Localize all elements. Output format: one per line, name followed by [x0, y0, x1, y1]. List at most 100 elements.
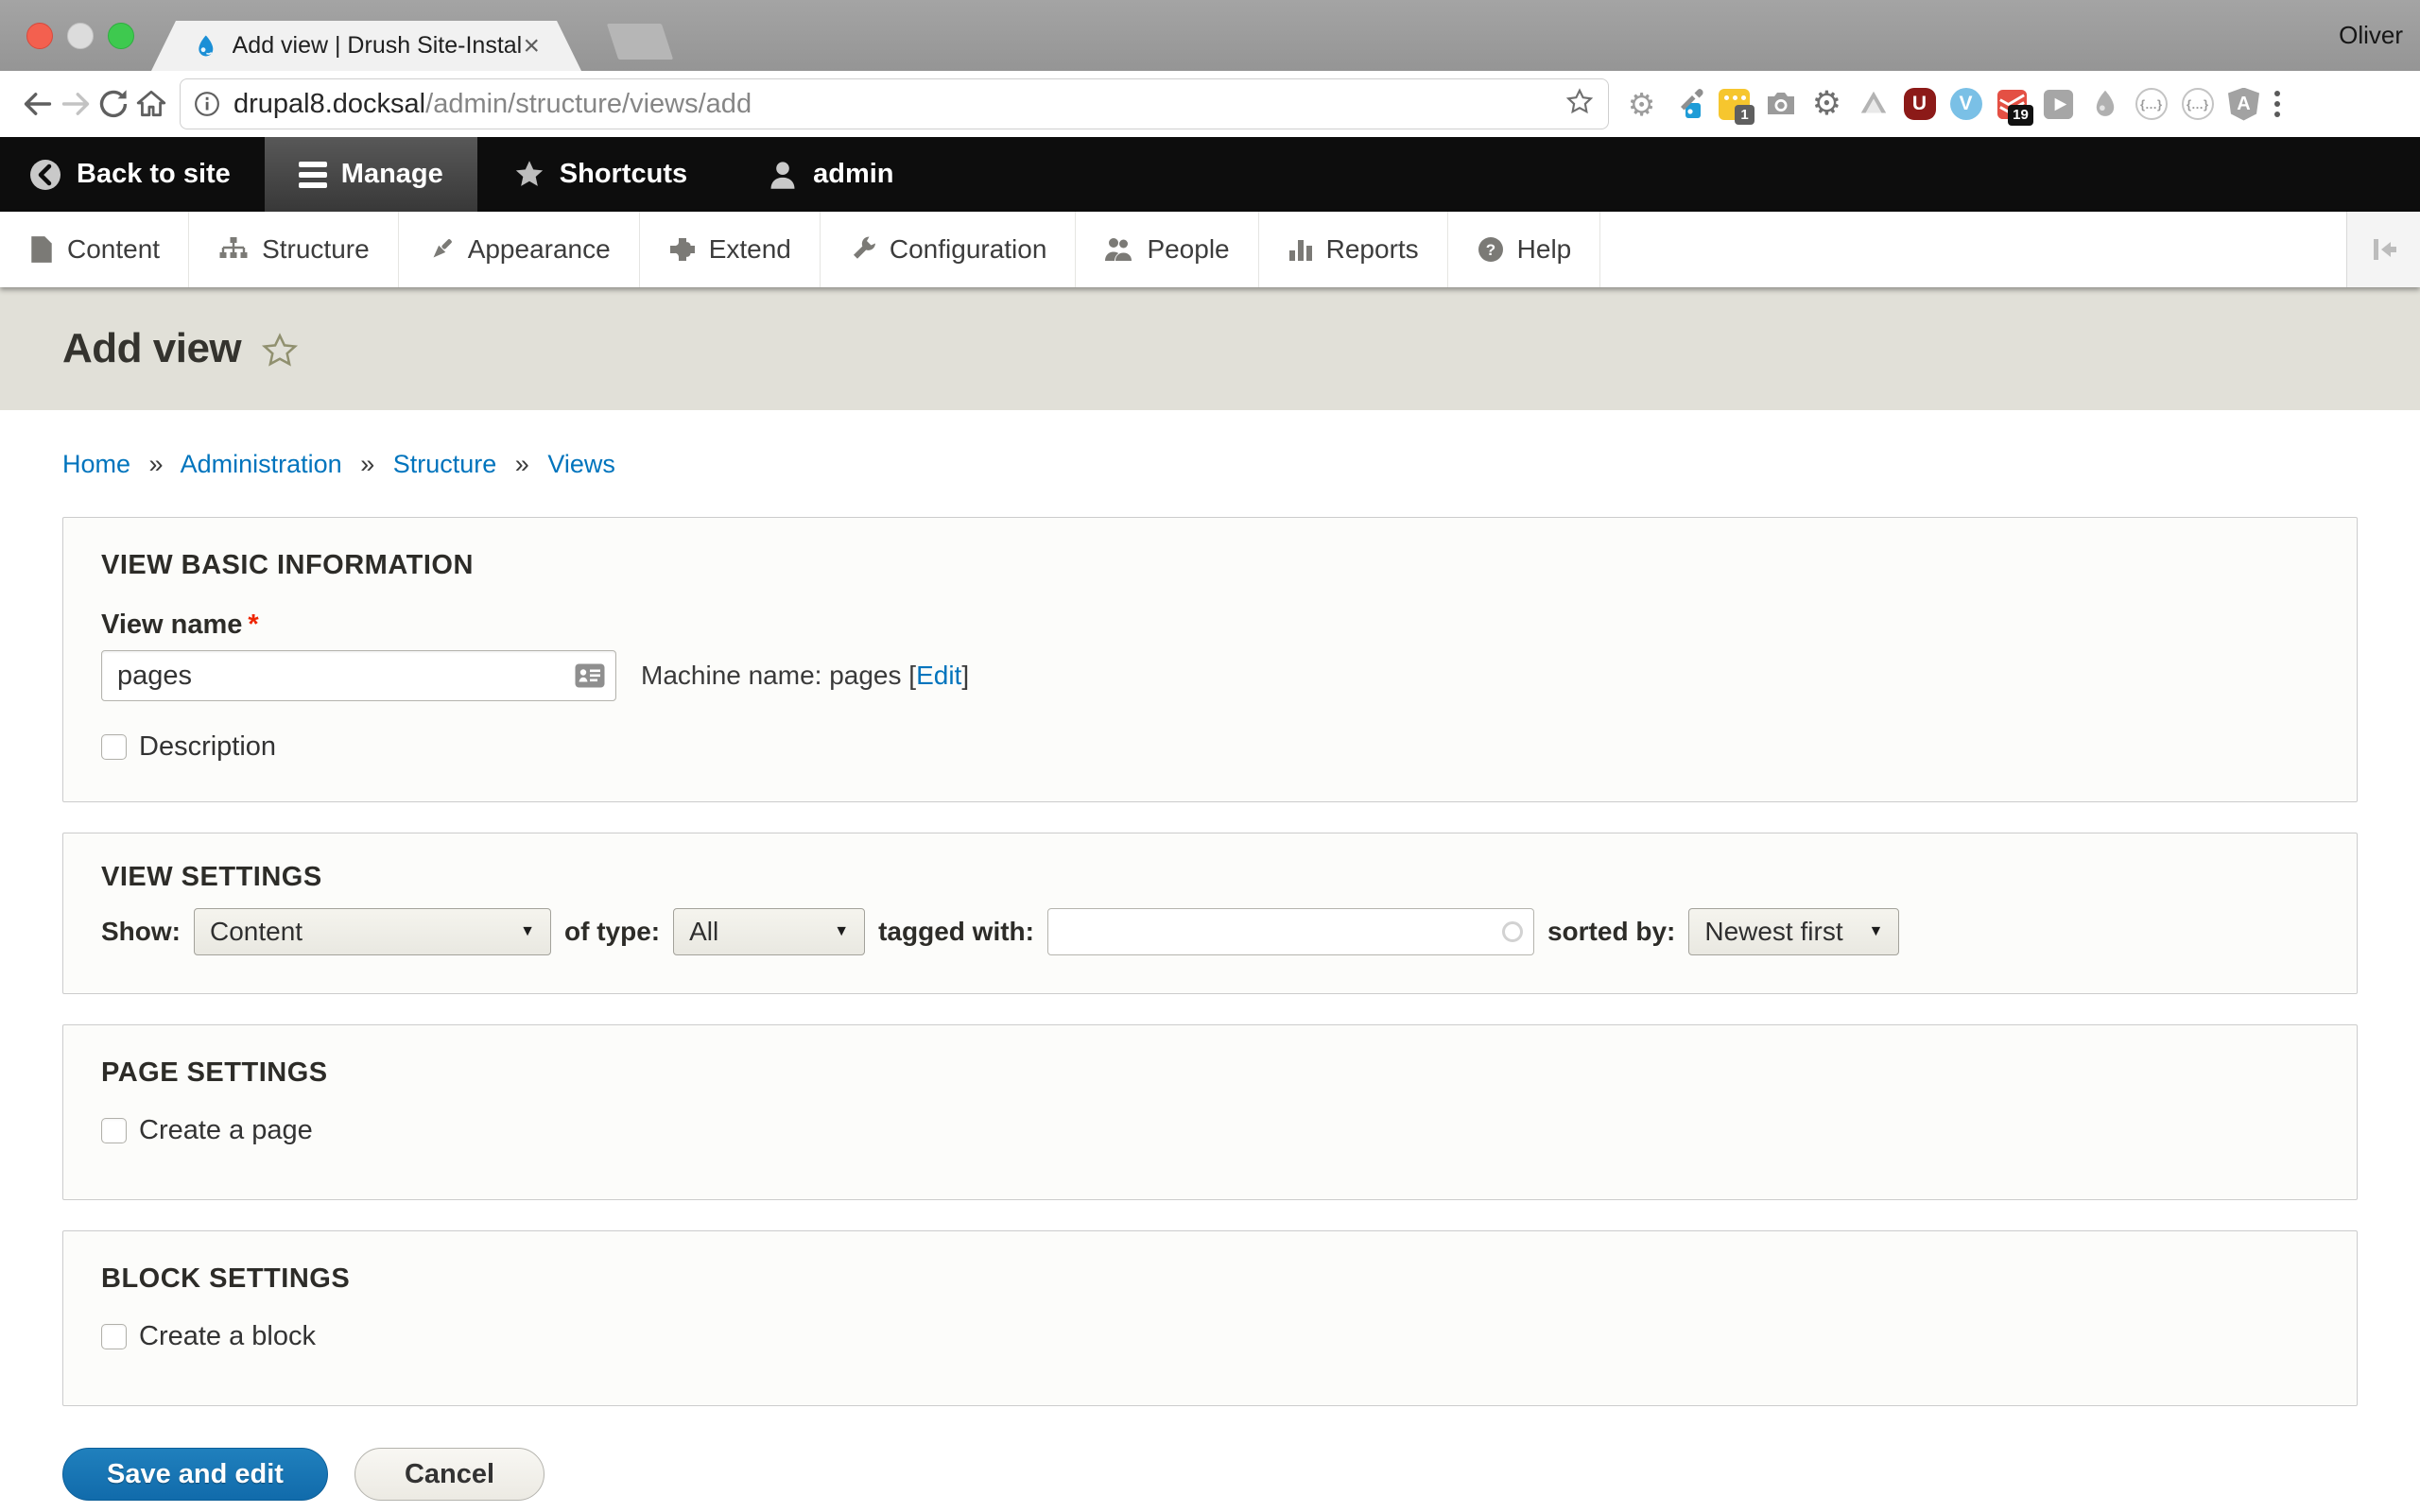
user-icon [767, 159, 799, 191]
page-info-icon[interactable] [194, 91, 220, 117]
todoist-extension-icon[interactable]: 19 [1995, 87, 2030, 122]
browser-menu-icon[interactable] [2274, 91, 2280, 117]
ublock-extension-icon[interactable]: U [1902, 87, 1937, 122]
create-block-label[interactable]: Create a block [139, 1321, 316, 1352]
people-icon [1104, 235, 1134, 264]
drupal-extension-icon[interactable] [2087, 87, 2122, 122]
braces-extension-icon-2[interactable]: {…} [2180, 87, 2215, 122]
manage-button[interactable]: Manage [265, 137, 477, 212]
tab-title: Add view | Drush Site-Install [233, 32, 524, 60]
page-title: Add view [62, 325, 241, 372]
content-icon [28, 235, 55, 264]
titlebar: Add view | Drush Site-Install × Oliver [0, 0, 2420, 71]
admin-user-button[interactable]: admin [738, 137, 922, 212]
save-and-edit-button[interactable]: Save and edit [62, 1448, 328, 1501]
view-basic-information-fieldset: VIEW BASIC INFORMATION View name* Machin… [62, 517, 2358, 802]
menu-item-appearance[interactable]: Appearance [399, 212, 640, 287]
menu-item-extend[interactable]: Extend [640, 212, 821, 287]
show-select[interactable]: Content ▼ [194, 908, 551, 955]
of-type-select[interactable]: All ▼ [673, 908, 865, 955]
address-bar[interactable]: drupal8.docksal/admin/structure/views/ad… [180, 78, 1609, 129]
dark-gear-extension-icon[interactable]: ⚙ [1809, 87, 1844, 122]
collapse-left-icon [2369, 234, 2399, 265]
minimize-window-button[interactable] [67, 23, 94, 49]
browser-tab[interactable]: Add view | Drush Site-Install × [151, 21, 581, 71]
breadcrumb-views[interactable]: Views [547, 450, 615, 478]
machine-name-icon [575, 663, 605, 688]
screenshot-extension-icon[interactable]: 1 [1717, 87, 1752, 122]
breadcrumb-administration[interactable]: Administration [181, 450, 342, 478]
todoist-badge: 19 [2008, 105, 2033, 126]
menu-item-structure[interactable]: Structure [189, 212, 399, 287]
forward-button[interactable] [57, 85, 95, 123]
tab-close-icon[interactable]: × [523, 32, 540, 60]
fieldset-legend: VIEW SETTINGS [101, 862, 2319, 893]
menu-item-content[interactable]: Content [0, 212, 189, 287]
svg-text:?: ? [1485, 241, 1495, 259]
extension-toolbar: ⚙ 1 ⚙ U V 19 [1624, 87, 2261, 122]
url-text[interactable]: drupal8.docksal/admin/structure/views/ad… [233, 89, 752, 120]
required-marker: * [248, 610, 258, 640]
reload-button[interactable] [95, 85, 132, 123]
drupal-admin-menu: Content Structure Appearance Extend [0, 212, 2420, 287]
screenshot-badge: 1 [1735, 105, 1754, 125]
block-settings-fieldset: BLOCK SETTINGS Create a block [62, 1230, 2358, 1406]
braces-extension-icon-1[interactable]: {…} [2134, 87, 2169, 122]
drupal-favicon-icon [193, 33, 219, 60]
gear-extension-icon[interactable]: ⚙ [1624, 87, 1659, 122]
breadcrumb-separator: » [360, 450, 374, 478]
create-block-checkbox[interactable] [101, 1324, 127, 1349]
new-tab-button[interactable] [607, 24, 673, 60]
play-extension-icon[interactable] [2041, 87, 2076, 122]
breadcrumb-structure[interactable]: Structure [393, 450, 497, 478]
autocomplete-throbber-icon [1502, 921, 1523, 942]
help-icon: ? [1477, 235, 1505, 264]
cancel-button[interactable]: Cancel [354, 1448, 544, 1501]
form-actions: Save and edit Cancel [62, 1448, 2358, 1501]
tagged-with-label: tagged with: [878, 917, 1034, 947]
description-checkbox[interactable] [101, 734, 127, 760]
zoom-window-button[interactable] [108, 23, 134, 49]
home-button[interactable] [132, 85, 170, 123]
puzzle-icon [668, 235, 697, 264]
browser-profile-name[interactable]: Oliver [2339, 21, 2403, 50]
create-page-checkbox[interactable] [101, 1118, 127, 1143]
view-name-input[interactable] [101, 650, 616, 701]
admin-user-label: admin [813, 159, 893, 190]
tagged-with-input[interactable] [1047, 908, 1534, 955]
browser-navigation-bar: drupal8.docksal/admin/structure/views/ad… [0, 71, 2420, 137]
menu-item-help[interactable]: ? Help [1448, 212, 1601, 287]
back-to-site-button[interactable]: Back to site [0, 137, 259, 212]
machine-name-edit-link[interactable]: Edit [916, 661, 961, 690]
description-checkbox-row: Description [101, 731, 2319, 763]
manage-label: Manage [341, 159, 443, 190]
shortcuts-button[interactable]: Shortcuts [485, 137, 716, 212]
fieldset-legend: BLOCK SETTINGS [101, 1263, 2319, 1295]
camera-extension-icon[interactable] [1763, 87, 1798, 122]
structure-icon [217, 235, 250, 264]
breadcrumb: Home » Administration » Structure » View… [62, 450, 2358, 479]
create-page-label[interactable]: Create a page [139, 1115, 313, 1146]
sorted-by-select[interactable]: Newest first ▼ [1688, 908, 1899, 955]
breadcrumb-separator: » [515, 450, 529, 478]
collapse-toolbar-button[interactable] [2346, 212, 2420, 287]
drive-extension-icon[interactable] [1856, 87, 1891, 122]
back-button[interactable] [19, 85, 57, 123]
breadcrumb-home[interactable]: Home [62, 450, 130, 478]
wrench-icon [849, 235, 877, 264]
colorpicker-extension-icon[interactable] [1670, 87, 1705, 122]
bar-chart-icon [1288, 235, 1314, 264]
favorite-star-icon[interactable] [260, 332, 300, 371]
page-settings-fieldset: PAGE SETTINGS Create a page [62, 1024, 2358, 1200]
machine-name-text: Machine name: pages [Edit] [641, 661, 969, 691]
bookmark-star-icon[interactable] [1564, 87, 1595, 122]
menu-item-people[interactable]: People [1076, 212, 1258, 287]
hamburger-icon [299, 162, 327, 188]
close-window-button[interactable] [26, 23, 53, 49]
menu-item-reports[interactable]: Reports [1259, 212, 1448, 287]
menu-item-configuration[interactable]: Configuration [821, 212, 1077, 287]
description-label[interactable]: Description [139, 731, 276, 763]
angular-extension-icon[interactable]: A [2226, 87, 2261, 122]
breadcrumb-separator: » [149, 450, 164, 478]
vimeo-extension-icon[interactable]: V [1948, 87, 1983, 122]
